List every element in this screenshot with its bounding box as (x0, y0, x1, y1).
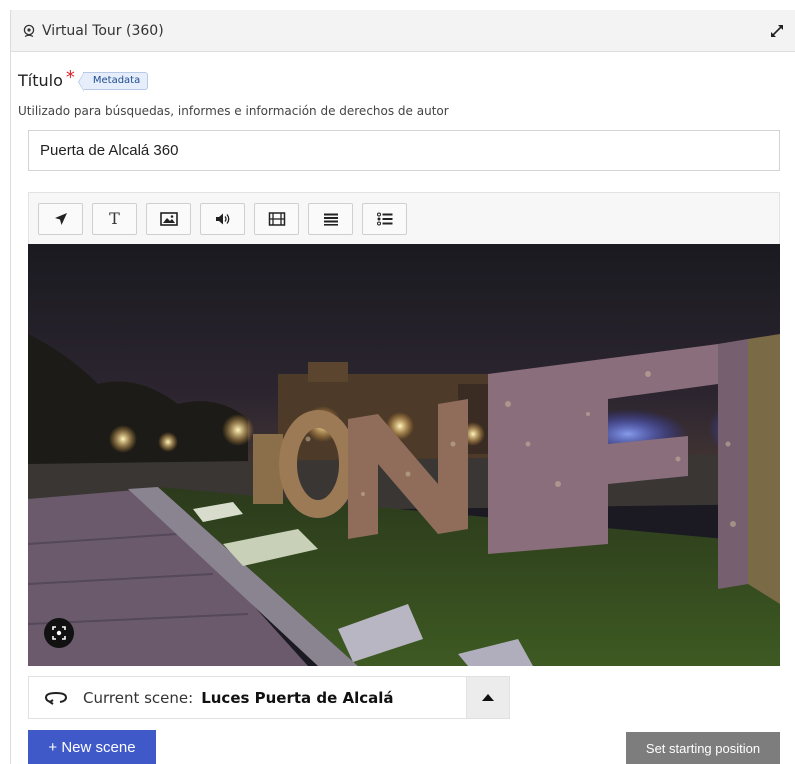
virtual-tour-icon (21, 23, 37, 39)
scene-loop-icon (41, 691, 71, 705)
image-icon (159, 211, 178, 226)
new-scene-button[interactable]: + New scene (28, 730, 156, 764)
tool-list[interactable] (362, 202, 407, 235)
tool-summary[interactable] (308, 202, 353, 235)
field-label: Título (18, 71, 63, 90)
required-mark: * (65, 67, 75, 88)
set-starting-position-button[interactable]: Set starting position (626, 732, 780, 764)
tool-text[interactable]: T (92, 202, 137, 235)
recenter-icon[interactable] (44, 618, 74, 648)
tour-editor: T (28, 192, 780, 666)
video-icon (268, 211, 285, 226)
editor-toolbar: T (28, 192, 780, 244)
list-icon (376, 212, 392, 225)
summary-icon (323, 213, 338, 226)
tool-audio[interactable] (200, 202, 245, 235)
panorama-viewer[interactable] (28, 244, 780, 666)
title-label-row: Título * Metadata (18, 67, 780, 92)
panel-title: Virtual Tour (360) (42, 22, 164, 39)
current-scene-label: Current scene: (83, 688, 194, 707)
metadata-badge[interactable]: Metadata (77, 71, 149, 92)
navigation-arrow-icon (54, 212, 67, 225)
current-scene-bar: Current scene: Luces Puerta de Alcalá (28, 676, 510, 719)
expand-icon[interactable] (768, 22, 786, 40)
tool-image[interactable] (146, 202, 191, 235)
current-scene-name: Luces Puerta de Alcalá (201, 688, 394, 707)
field-description: Utilizado para búsquedas, informes e inf… (18, 104, 449, 118)
caret-up-icon[interactable] (466, 677, 509, 718)
title-input[interactable] (28, 130, 780, 171)
tool-video[interactable] (254, 202, 299, 235)
text-icon: T (109, 209, 120, 228)
audio-icon (215, 213, 229, 224)
tool-go-to-scene[interactable] (38, 202, 83, 235)
panorama-image (28, 244, 780, 666)
panel-header: Virtual Tour (360) (11, 10, 795, 52)
